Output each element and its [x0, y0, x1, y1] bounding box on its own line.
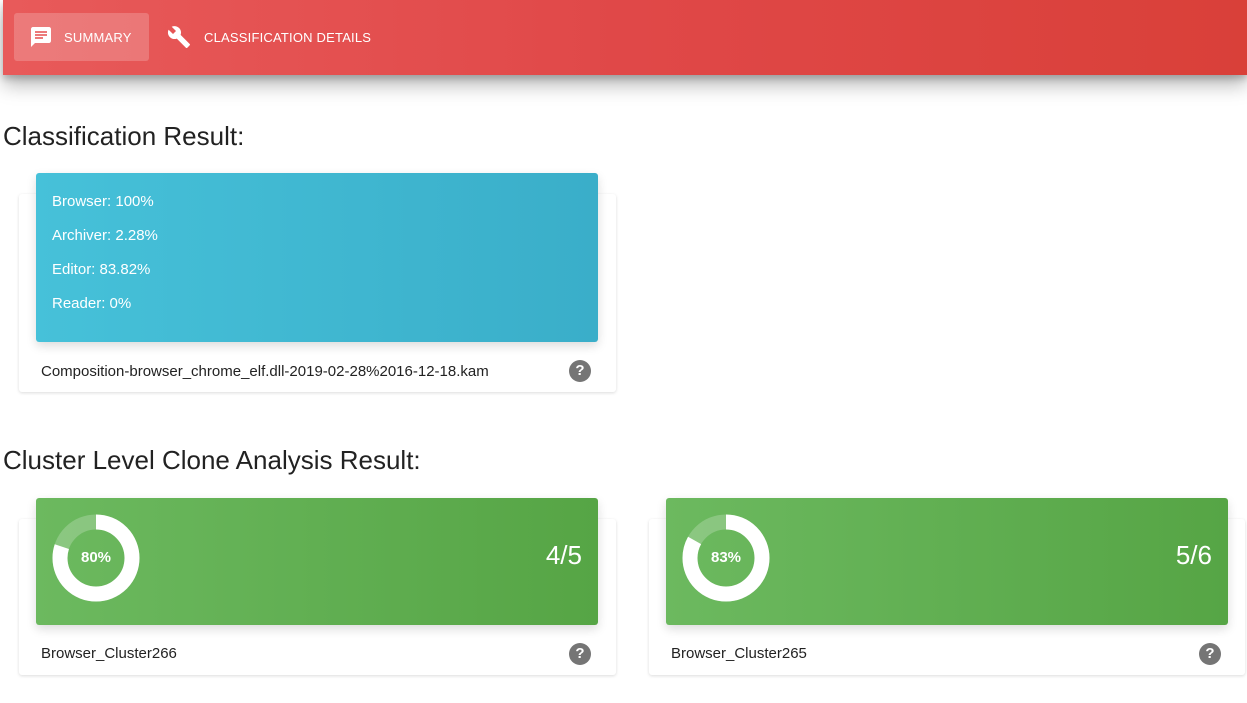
cluster-name: Browser_Cluster266	[41, 645, 177, 662]
classification-section-title: Classification Result:	[3, 121, 245, 151]
match-ratio: 5/6	[1175, 540, 1212, 570]
score-archiver: Archiver: 2.28%	[52, 227, 158, 244]
help-icon[interactable]: ?	[569, 360, 591, 382]
cluster-card: 83% 5/6 Browser_Cluster265 ?	[649, 498, 1245, 675]
help-icon[interactable]: ?	[569, 643, 591, 665]
classification-card-header: Browser: 100% Archiver: 2.28% Editor: 83…	[36, 173, 598, 342]
percent-label: 83%	[710, 549, 742, 566]
comment-icon	[31, 27, 51, 47]
score-reader: Reader: 0%	[52, 295, 132, 312]
cluster-card-header: 83% 5/6	[666, 498, 1228, 625]
cluster-card: 80% 4/5 Browser_Cluster266 ?	[19, 498, 616, 675]
score-browser: Browser: 100%	[52, 193, 154, 210]
cluster-section-title: Cluster Level Clone Analysis Result:	[3, 445, 421, 475]
top-nav-bar: SUMMARY CLASSIFICATION DETAILS	[3, 0, 1247, 75]
classification-score-list: Browser: 100% Archiver: 2.28% Editor: 83…	[36, 173, 598, 329]
classification-file-name: Composition-browser_chrome_elf.dll-2019-…	[41, 363, 489, 380]
tab-summary-label: SUMMARY	[64, 29, 132, 45]
score-editor: Editor: 83.82%	[52, 261, 151, 278]
match-ratio: 4/5	[545, 540, 582, 570]
wrench-icon	[167, 26, 190, 48]
tab-summary[interactable]: SUMMARY	[14, 13, 149, 61]
tab-classification-details-label: CLASSIFICATION DETAILS	[204, 29, 372, 45]
cluster-name: Browser_Cluster265	[671, 645, 807, 662]
cluster-card-header: 80% 4/5	[36, 498, 598, 625]
classification-card: Browser: 100% Archiver: 2.28% Editor: 83…	[19, 173, 616, 392]
tab-classification-details[interactable]: CLASSIFICATION DETAILS	[158, 13, 388, 61]
help-icon[interactable]: ?	[1199, 643, 1221, 665]
percent-label: 80%	[80, 549, 112, 566]
